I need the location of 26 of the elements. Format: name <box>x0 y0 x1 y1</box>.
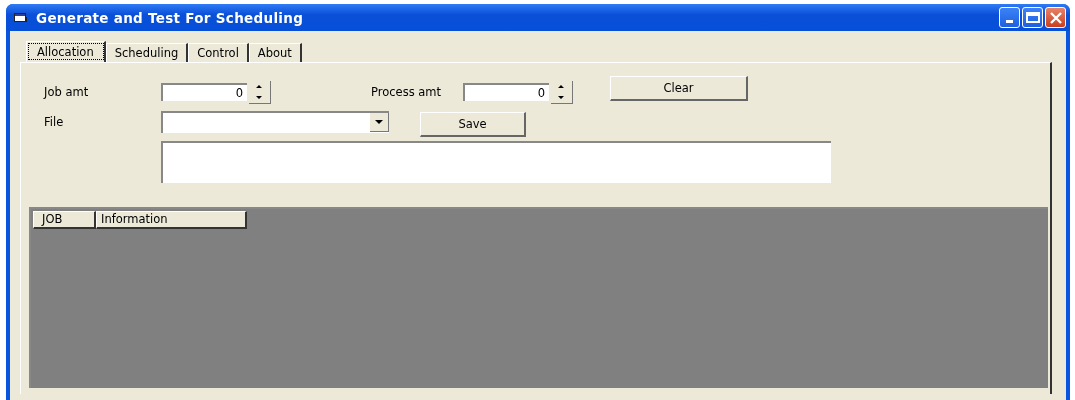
file-label: File <box>43 115 65 129</box>
tab[interactable]: About <box>248 43 302 62</box>
tab[interactable]: Allocation <box>26 41 106 62</box>
column-header[interactable]: JOB <box>33 211 96 229</box>
maximize-button[interactable] <box>1022 7 1043 28</box>
column-header[interactable]: Information <box>96 211 247 229</box>
spin-buttons[interactable] <box>551 80 573 104</box>
clear-button[interactable]: Clear <box>610 75 748 101</box>
minimize-icon <box>1006 20 1013 23</box>
job-amount-label: Job amt <box>42 85 90 99</box>
process-amount-field[interactable]: 0 <box>463 83 549 101</box>
tab[interactable]: Scheduling <box>105 43 189 62</box>
maximize-icon <box>1025 12 1040 23</box>
dropdown-arrow-icon <box>374 119 384 125</box>
minimize-button[interactable] <box>999 7 1020 28</box>
save-button[interactable]: Save <box>420 111 526 137</box>
process-amount-label: Process amt <box>371 85 443 99</box>
window-title: Generate and Test For Scheduling <box>36 9 305 26</box>
close-icon <box>1049 11 1062 24</box>
tab[interactable]: Control <box>188 43 249 62</box>
job-amount-field[interactable]: 0 <box>161 83 247 101</box>
window-icon <box>14 11 28 24</box>
text-field[interactable] <box>161 141 831 183</box>
spin-buttons[interactable] <box>249 80 271 104</box>
file-dropdown[interactable] <box>161 111 389 133</box>
close-button[interactable] <box>1045 7 1066 28</box>
